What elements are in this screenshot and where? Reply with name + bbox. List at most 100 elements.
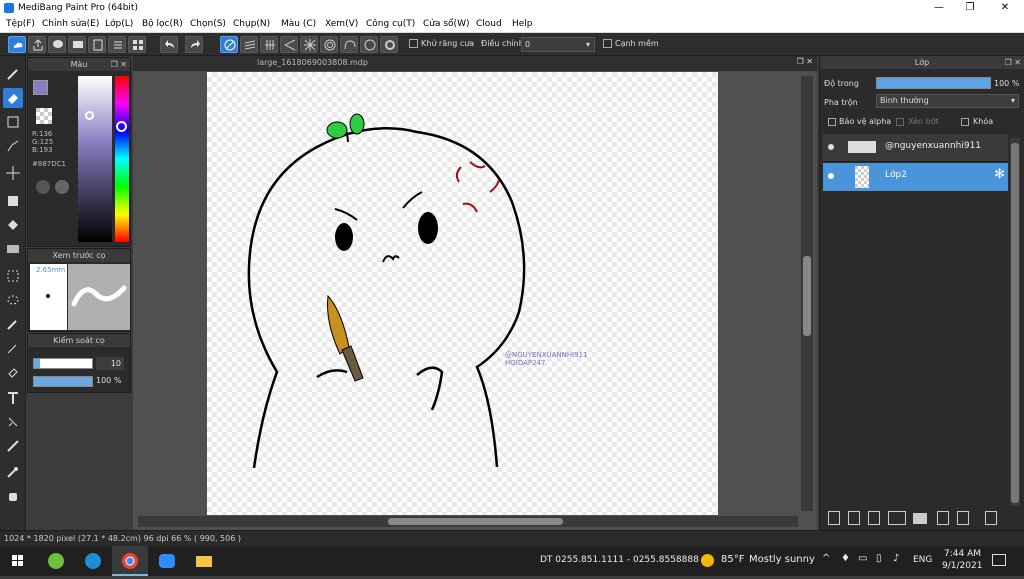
parallel-snap-button[interactable] — [240, 36, 258, 53]
trash-icon[interactable] — [985, 511, 997, 525]
drawing-canvas[interactable]: @NGUYENXUANNHI911 HOIDAP247 — [207, 72, 718, 515]
brush-size-field[interactable]: 10 — [96, 357, 124, 370]
no-snap-button[interactable] — [220, 36, 238, 53]
panel-close-icon[interactable]: ❐ ✕ — [111, 58, 127, 71]
volume-icon[interactable]: ♪ — [893, 553, 899, 564]
saturation-value-box[interactable] — [78, 76, 112, 242]
tool-select-eraser[interactable] — [3, 362, 23, 382]
tool-select[interactable] — [3, 266, 23, 286]
taskbar-chrome[interactable] — [112, 546, 148, 576]
panel-close-icon[interactable]: ❐ ✕ — [1005, 56, 1021, 69]
tool-text[interactable] — [3, 388, 23, 408]
menu-capture[interactable]: Chụp(N) — [233, 19, 270, 29]
horizontal-scrollbar[interactable] — [138, 516, 798, 527]
message-button[interactable] — [68, 36, 86, 53]
menu-filter[interactable]: Bộ lọc(R) — [142, 19, 183, 29]
cross-snap-button[interactable] — [260, 36, 278, 53]
tool-brush[interactable] — [3, 64, 23, 84]
tool-line[interactable] — [3, 136, 23, 156]
minimize-button[interactable]: — — [924, 0, 954, 17]
new-8bit-layer-button[interactable] — [848, 511, 860, 525]
radial-snap-button[interactable] — [300, 36, 318, 53]
folder-icon[interactable] — [913, 513, 927, 524]
tool-move[interactable] — [3, 163, 23, 183]
curve-snap-button[interactable] — [340, 36, 358, 53]
taskbar-edge[interactable] — [75, 546, 111, 576]
lock-checkbox[interactable] — [961, 118, 969, 126]
vanishing-snap-button[interactable] — [280, 36, 298, 53]
layer-opacity-slider[interactable] — [876, 77, 991, 89]
horizontal-scrollbar-thumb[interactable] — [388, 518, 563, 525]
chevron-up-icon[interactable]: ^ — [822, 553, 830, 564]
hue-slider-handle[interactable] — [116, 121, 127, 132]
menu-file[interactable]: Tệp(F) — [6, 19, 35, 29]
close-button[interactable]: ✕ — [990, 0, 1020, 17]
add-layer-menu-button[interactable] — [888, 511, 906, 525]
tool-fill-shape[interactable] — [3, 191, 23, 211]
tool-eraser[interactable] — [3, 88, 23, 108]
soft-edge-checkbox[interactable] — [603, 39, 612, 48]
sun-icon[interactable] — [701, 554, 714, 567]
taskbar-explorer[interactable] — [186, 546, 222, 576]
brush-opacity-slider[interactable] — [33, 376, 93, 387]
layer-row[interactable]: @nguyenxuannhi911 — [823, 134, 1008, 162]
eye-icon[interactable] — [828, 173, 834, 179]
network-icon[interactable]: ▭ — [858, 553, 867, 564]
gear-icon[interactable]: ✻ — [994, 167, 1005, 182]
clock-date[interactable]: 9/1/2021 — [942, 561, 982, 571]
menu-edit[interactable]: Chỉnh sửa(E) — [42, 19, 99, 29]
notification-icon[interactable] — [992, 554, 1006, 566]
menu-color[interactable]: Màu (C) — [281, 19, 316, 29]
layer-scrollbar-thumb[interactable] — [1011, 143, 1019, 503]
menu-tools[interactable]: Công cụ(T) — [366, 19, 415, 29]
tool-operation[interactable] — [3, 412, 23, 432]
sv-picker-handle[interactable] — [85, 111, 94, 120]
eye-icon[interactable] — [828, 144, 834, 150]
clipping-checkbox[interactable] — [896, 118, 904, 126]
concentric-snap-button[interactable] — [320, 36, 338, 53]
weather-desc[interactable]: Mostly sunny — [749, 554, 815, 565]
tool-select-pen[interactable] — [3, 338, 23, 358]
hue-slider[interactable] — [115, 76, 129, 242]
list-button[interactable] — [108, 36, 126, 53]
menu-help[interactable]: Help — [512, 19, 533, 29]
duplicate-layer-button[interactable] — [937, 511, 949, 525]
menu-cloud[interactable]: Cloud — [476, 19, 502, 29]
page-button[interactable] — [88, 36, 106, 53]
menu-window[interactable]: Cửa sổ(W) — [423, 19, 469, 29]
share-button[interactable] — [28, 36, 46, 53]
main-color-swatch[interactable] — [33, 80, 48, 95]
microphone-icon[interactable]: ♦ — [841, 553, 850, 564]
comment-button[interactable] — [48, 36, 66, 53]
blend-mode-select[interactable]: Bình thường ▾ — [876, 94, 1019, 108]
palette-icon[interactable] — [36, 180, 50, 194]
merge-layer-button[interactable] — [957, 511, 969, 525]
tool-lasso[interactable] — [3, 290, 23, 310]
weather-temp[interactable]: 85°F — [721, 554, 744, 565]
menu-view[interactable]: Xem(V) — [325, 19, 358, 29]
clock-time[interactable]: 7:44 AM — [944, 549, 981, 559]
cloud-button[interactable] — [8, 36, 26, 53]
new-1bit-layer-button[interactable] — [868, 511, 880, 525]
layer-row-selected[interactable]: Lớp2 ✻ — [823, 163, 1008, 191]
document-tab[interactable]: large_1618069003808.mdp ❐ ✕ — [133, 56, 817, 71]
layer-scrollbar[interactable] — [1010, 138, 1020, 512]
antialias-checkbox[interactable] — [409, 39, 418, 48]
document-tab-controls[interactable]: ❐ ✕ — [797, 57, 813, 66]
transparent-color-swatch[interactable] — [36, 108, 52, 124]
menu-select[interactable]: Chọn(S) — [190, 19, 226, 29]
tool-hand[interactable] — [3, 486, 23, 506]
taskbar-zoom[interactable] — [149, 546, 185, 576]
new-layer-button[interactable] — [828, 511, 840, 525]
start-button[interactable] — [0, 546, 36, 576]
undo-button[interactable] — [160, 36, 178, 53]
redo-button[interactable] — [185, 36, 203, 53]
taskbar-app-1[interactable] — [38, 546, 74, 576]
protect-alpha-checkbox[interactable] — [828, 118, 836, 126]
grid-button[interactable] — [128, 36, 146, 53]
vertical-scrollbar-thumb[interactable] — [803, 256, 811, 336]
tool-divide[interactable] — [3, 436, 23, 456]
maximize-button[interactable]: ❐ — [955, 0, 985, 17]
brush-size-slider[interactable] — [33, 358, 93, 369]
language-indicator[interactable]: ENG — [913, 555, 932, 565]
